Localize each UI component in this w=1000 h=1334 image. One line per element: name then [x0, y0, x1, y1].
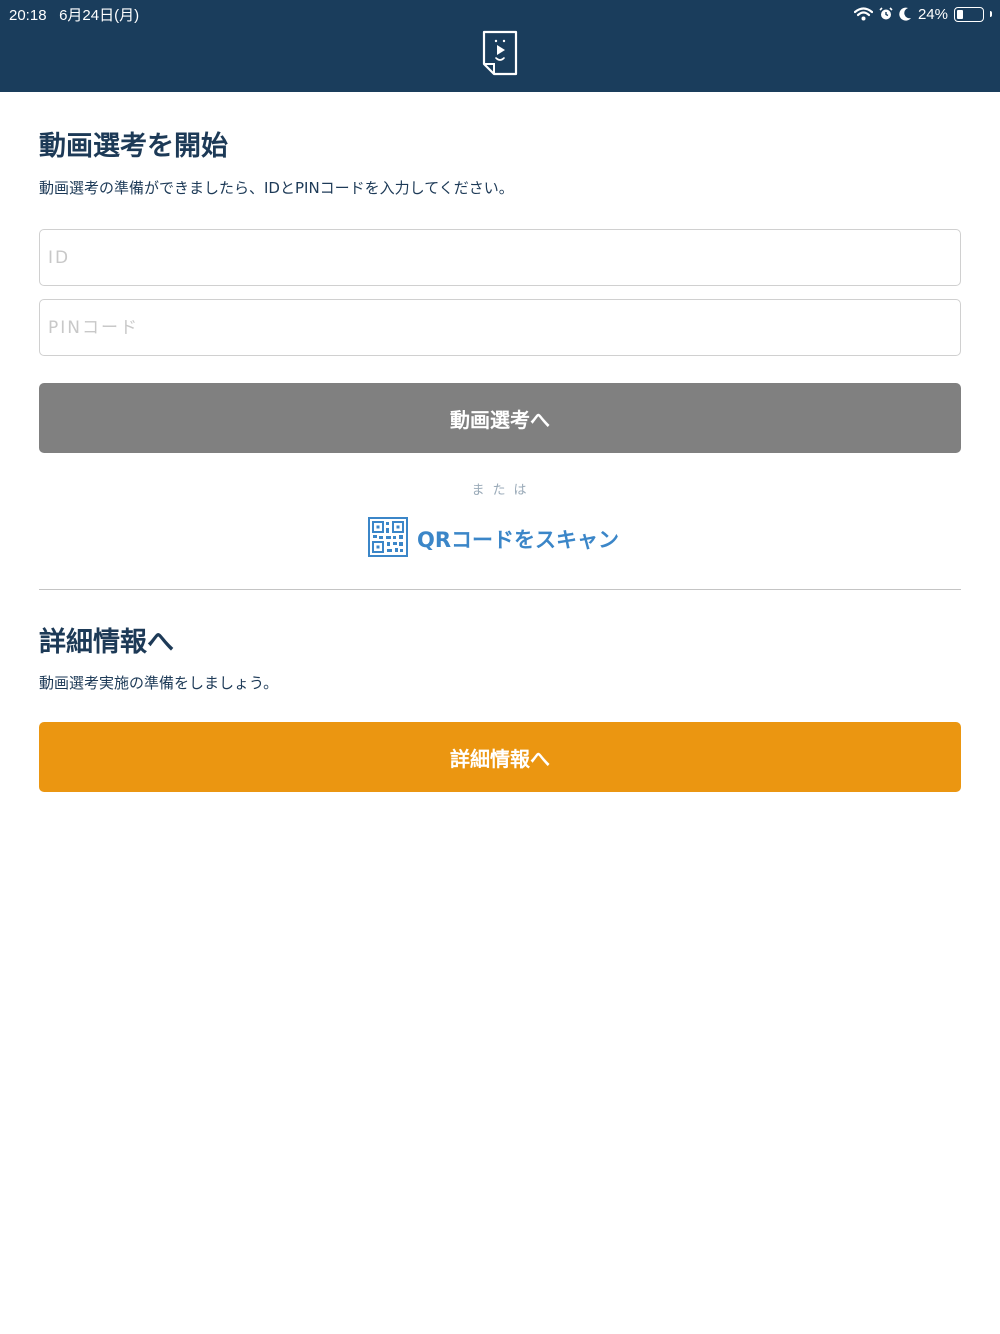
id-input[interactable] — [39, 229, 961, 286]
status-time-date: 20:18 6月24日(月) — [9, 4, 139, 25]
details-button[interactable]: 詳細情報へ — [39, 722, 961, 792]
section-divider — [39, 589, 961, 590]
status-date: 6月24日(月) — [59, 7, 140, 24]
battery-fill — [957, 9, 963, 19]
video-document-logo-icon — [482, 30, 518, 80]
scan-qr-code-link[interactable]: QRコードをスキャン — [368, 517, 619, 561]
start-section-description: 動画選考の準備ができましたら、IDとPINコードを入力してください。 — [39, 179, 514, 197]
wifi-icon — [853, 7, 873, 21]
battery-cap — [990, 11, 992, 17]
qr-code-icon — [368, 517, 408, 561]
alarm-icon — [879, 7, 893, 21]
app-header: 20:18 6月24日(月) 24% — [0, 0, 1000, 92]
status-indicators: 24% — [853, 4, 992, 24]
or-separator-label: または — [471, 483, 535, 498]
battery-percent: 24% — [917, 5, 948, 23]
battery-icon — [954, 6, 984, 22]
details-section-description: 動画選考実施の準備をしましょう。 — [39, 674, 279, 692]
pin-code-input[interactable] — [39, 299, 961, 356]
moon-icon — [899, 7, 912, 21]
details-section-title: 詳細情報へ — [39, 627, 174, 658]
scan-qr-code-label: QRコードをスキャン — [417, 528, 620, 552]
start-video-selection-button[interactable]: 動画選考へ — [39, 383, 961, 453]
start-section-title: 動画選考を開始 — [39, 131, 228, 162]
status-time: 20:18 — [9, 7, 47, 24]
